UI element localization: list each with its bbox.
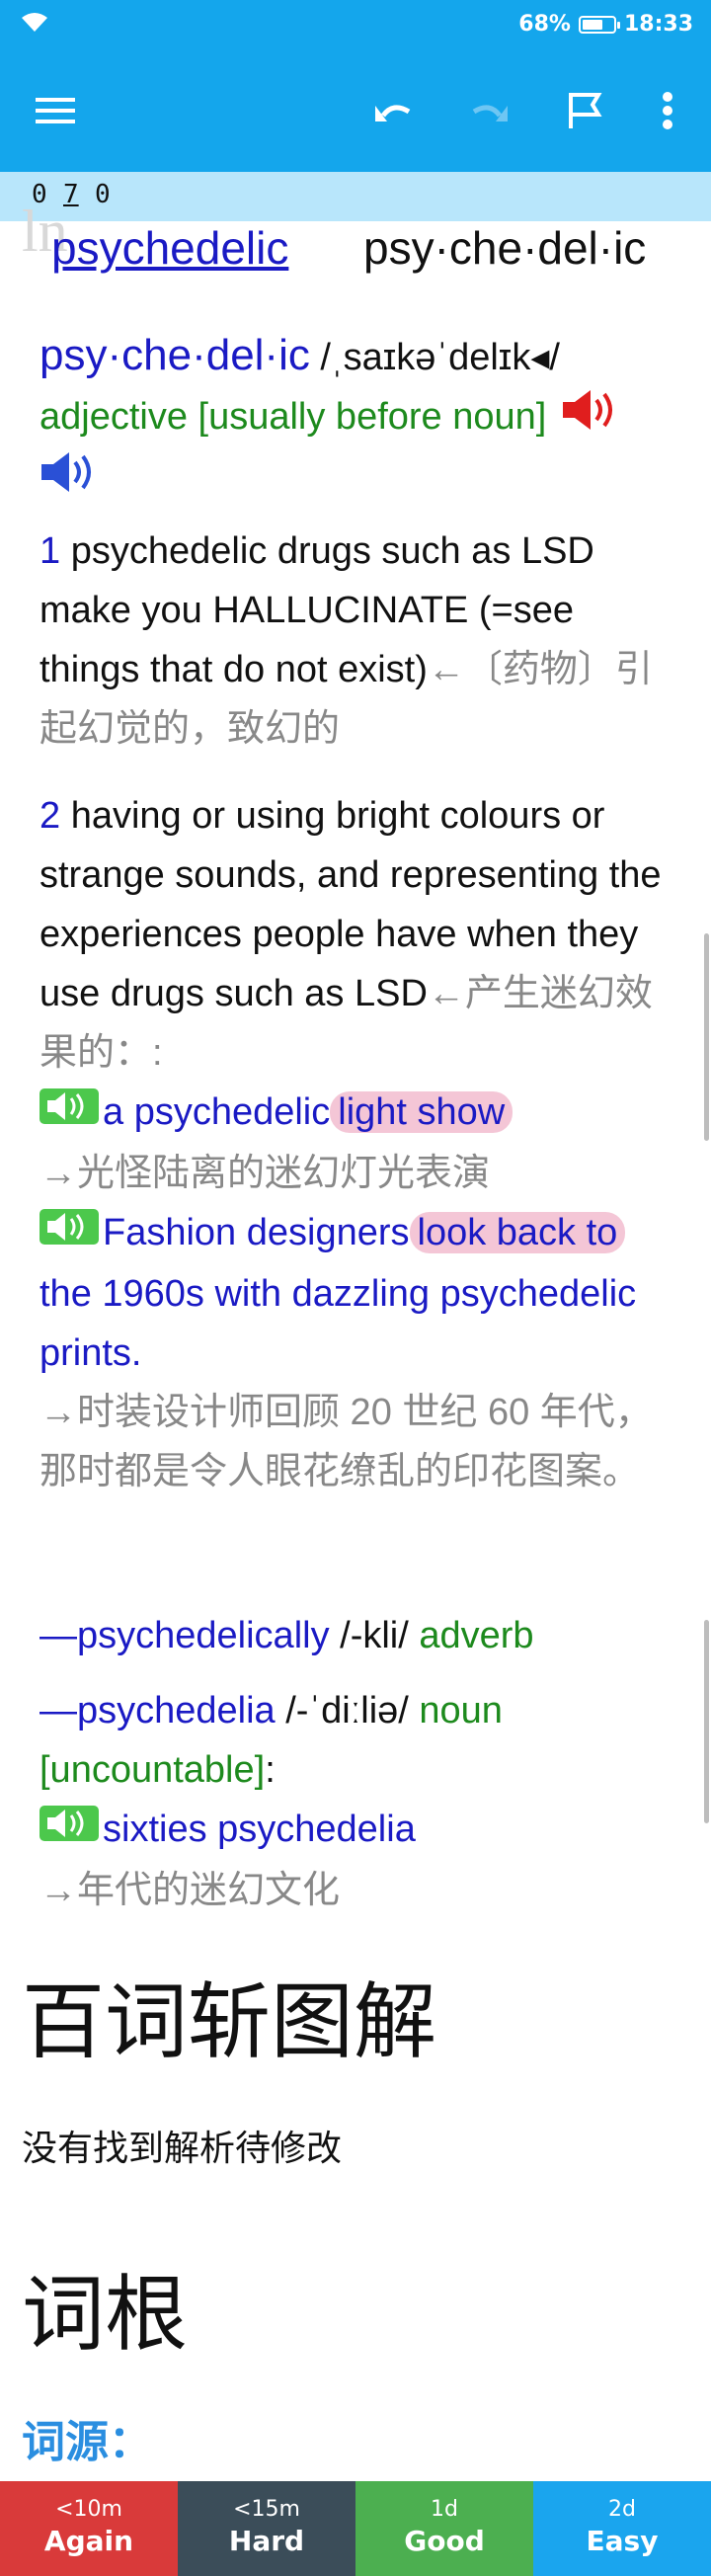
derived-word: —psychedelically	[40, 1615, 330, 1656]
answer-bar: <10m Again <15m Hard 1d Good 2d Easy	[0, 2481, 711, 2576]
hard-button[interactable]: <15m Hard	[178, 2481, 356, 2576]
undo-icon[interactable]	[367, 83, 423, 138]
more-vert-icon[interactable]	[640, 83, 695, 138]
part-of-speech: adjective [usually before noun]	[40, 396, 547, 438]
section-text: 没有找到解析待修改	[22, 2129, 343, 2169]
flag-icon[interactable]	[557, 83, 612, 138]
section-title-illustration: 百词斩图解	[22, 1973, 437, 2070]
battery-percent: 68%	[518, 12, 571, 37]
derived-word: —psychedelia	[40, 1690, 276, 1731]
example-speaker-icon[interactable]	[40, 1085, 99, 1144]
etymology-label: 词源：	[22, 2417, 152, 2467]
derived-form-adverb: —psychedelically /-kli/ adverb	[40, 1606, 681, 1665]
derived-pos: adverb	[419, 1615, 534, 1656]
cross-ref-lsd[interactable]: LSD	[355, 973, 428, 1014]
example-3-text: sixties psychedelia	[103, 1809, 416, 1850]
sense-number: 1	[40, 530, 61, 572]
wifi-icon	[20, 10, 49, 38]
sense-1: 1 psychedelic drugs such as LSD make you…	[40, 530, 653, 750]
clock: 18:33	[623, 12, 693, 37]
sense-2: 2 having or using bright colours or stra…	[40, 795, 662, 1492]
easy-button[interactable]: 2d Easy	[533, 2481, 711, 2576]
battery-icon	[578, 15, 620, 34]
speaker-icon-american[interactable]	[40, 450, 99, 512]
collocation-highlight: look back to	[409, 1211, 626, 1253]
example-1-translation: →光怪陆离的迷幻灯光表演	[40, 1152, 491, 1194]
headword-row: psychedelic psy·che·del·ic	[51, 221, 703, 279]
redo-icon	[460, 83, 515, 138]
review-count: 0	[95, 180, 111, 209]
sense-number: 2	[40, 795, 61, 837]
grammar-tag: [uncountable]	[40, 1749, 266, 1791]
review-counter: 0 7 0	[0, 172, 711, 221]
example-2-text: Fashion designers	[103, 1211, 410, 1253]
section-title-roots: 词根	[22, 2266, 189, 2363]
again-button[interactable]: <10m Again	[0, 2481, 178, 2576]
headword-syllables: psy·che·del·ic	[363, 222, 647, 274]
sense-text: psychedelic drugs such as	[70, 530, 521, 572]
pronunciation: /ˌsaɪkəˈdelɪk◂/	[309, 337, 560, 378]
cross-ref-hallucinate[interactable]: HALLUCINATE	[212, 590, 468, 631]
entry-header: psy·che·del·ic /ˌsaɪkəˈdelɪk◂/ adjective…	[40, 326, 681, 512]
cross-ref-lsd[interactable]: LSD	[521, 530, 594, 572]
example-speaker-icon[interactable]	[40, 1205, 99, 1264]
scrollbar-thumb-secondary[interactable]	[704, 1620, 709, 1823]
example-2-translation: →时装设计师回顾 20 世纪 60 年代，那时都是令人眼花缭乱的印花图案。	[40, 1391, 653, 1492]
derived-pos: noun	[419, 1690, 503, 1731]
derived-pron: /-ˈdiːliə/	[275, 1690, 420, 1731]
derived-pron: /-kli/	[329, 1615, 420, 1656]
collocation-highlight: light show	[330, 1091, 514, 1133]
hamburger-menu-icon[interactable]	[28, 83, 83, 138]
example-1-text: a psychedelic	[103, 1091, 331, 1133]
speaker-icon-british[interactable]	[561, 388, 620, 449]
entry-title: psy·che·del·ic	[40, 331, 310, 379]
example-speaker-icon[interactable]	[40, 1802, 99, 1861]
derived-form-noun: —psychedelia /-ˈdiːliə/ noun [uncountabl…	[40, 1690, 503, 1911]
app-toolbar	[0, 49, 711, 172]
scrollbar-thumb[interactable]	[704, 933, 709, 1141]
headword-link[interactable]: psychedelic	[51, 221, 288, 275]
status-bar: 68% 18:33	[0, 0, 711, 49]
good-button[interactable]: 1d Good	[356, 2481, 533, 2576]
example-3-translation: →年代的迷幻文化	[40, 1869, 341, 1911]
